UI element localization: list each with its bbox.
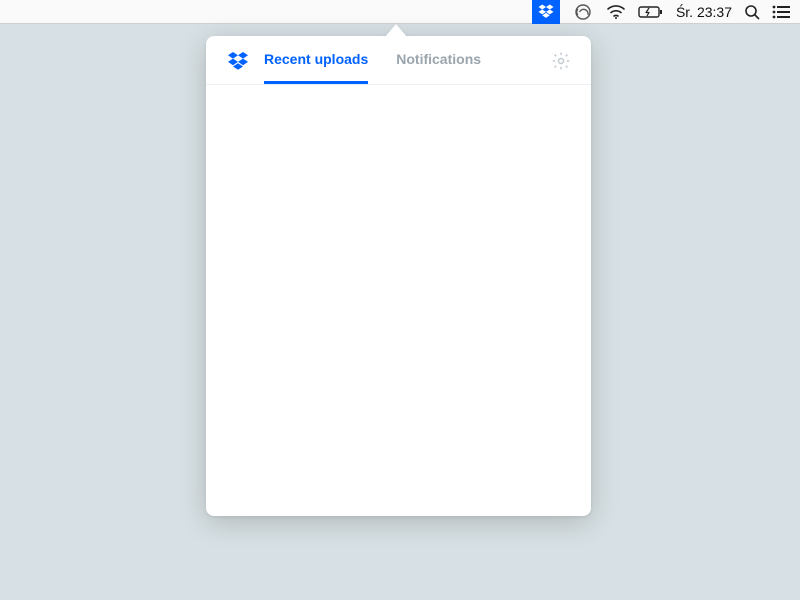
wifi-icon[interactable]: [606, 0, 626, 24]
dropbox-tray-icon[interactable]: [532, 0, 560, 24]
popover-body-empty: [206, 85, 591, 516]
menubar-clock[interactable]: Śr. 23:37: [676, 0, 732, 24]
notification-center-icon[interactable]: [772, 0, 790, 24]
tab-notifications[interactable]: Notifications: [396, 51, 481, 84]
popover-header: Recent uploads Notifications: [206, 36, 591, 85]
tab-recent-uploads[interactable]: Recent uploads: [264, 51, 368, 84]
battery-charging-icon[interactable]: [638, 0, 664, 24]
popover-panel: Recent uploads Notifications: [206, 36, 591, 516]
settings-gear-icon[interactable]: [551, 51, 571, 71]
dropbox-logo-icon: [226, 50, 250, 74]
popover-arrow: [384, 24, 408, 38]
macos-menubar: Śr. 23:37: [0, 0, 800, 24]
popover-tabs: Recent uploads Notifications: [264, 51, 537, 83]
creative-cloud-icon[interactable]: [572, 0, 594, 24]
dropbox-popover: Recent uploads Notifications: [206, 24, 591, 516]
spotlight-search-icon[interactable]: [744, 0, 760, 24]
